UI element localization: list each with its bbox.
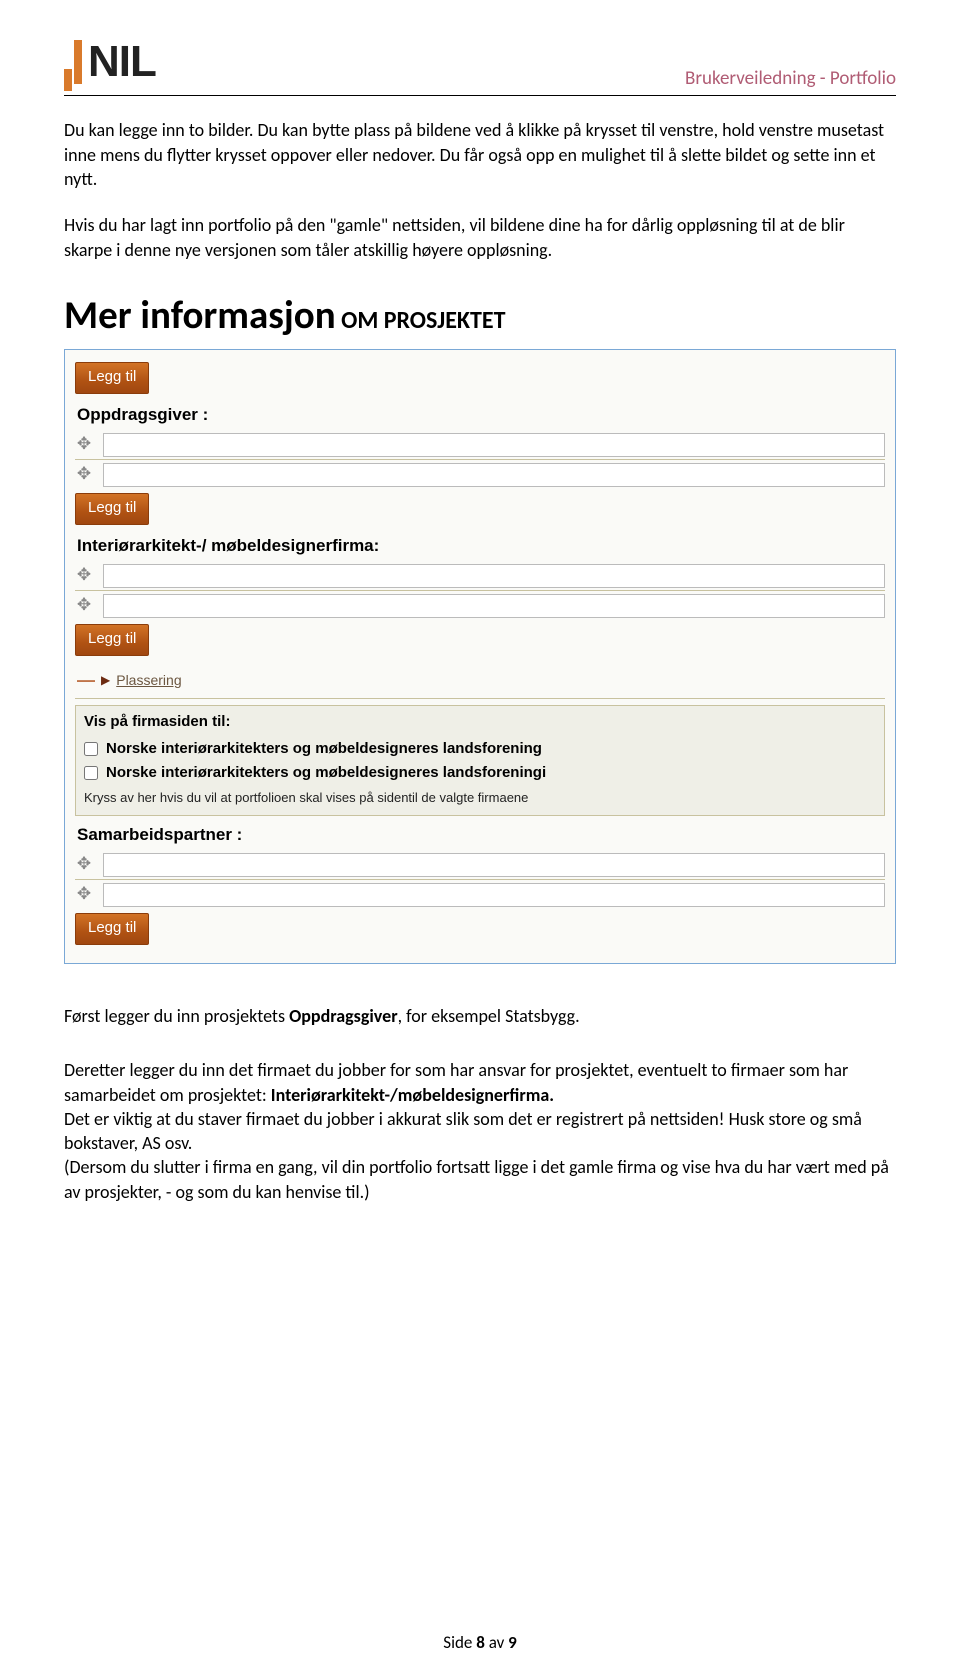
checkbox-row: Norske interiørarkitekters og møbeldesig… xyxy=(84,739,876,759)
partner-input-1[interactable] xyxy=(103,853,885,877)
footer-text: av xyxy=(485,1632,508,1653)
logo-mark-bar-1 xyxy=(64,69,72,91)
text-bold: Interiørarkitekt-/møbeldesignerfirma. xyxy=(271,1084,554,1106)
footer-page-current: 8 xyxy=(476,1632,485,1653)
page-header: NIL Brukerveiledning - Portfolio xyxy=(64,32,896,91)
label-oppdragsgiver: Oppdragsgiver : xyxy=(77,404,885,427)
field-divider xyxy=(75,459,885,460)
plassering-toggle[interactable]: — ▶ Plassering xyxy=(75,660,885,696)
footer-text: Side xyxy=(443,1632,476,1653)
logo-mark-bar-2 xyxy=(74,40,82,84)
add-button[interactable]: Legg til xyxy=(75,624,149,656)
add-button[interactable]: Legg til xyxy=(75,362,149,394)
drag-handle-icon[interactable]: ✥ xyxy=(75,463,93,486)
closing-paragraph-3: Først legger du inn prosjektets Oppdrags… xyxy=(64,1004,896,1028)
oppdragsgiver-input-2[interactable] xyxy=(103,463,885,487)
field-divider xyxy=(75,879,885,880)
closing-paragraph-5: Det er viktig at du staver firmaet du jo… xyxy=(64,1107,896,1156)
checkbox-label: Norske interiørarkitekters og møbeldesig… xyxy=(106,739,542,759)
firma-input-2[interactable] xyxy=(103,594,885,618)
firm-checkbox-1[interactable] xyxy=(84,742,98,756)
add-button[interactable]: Legg til xyxy=(75,493,149,525)
drag-handle-icon[interactable]: ✥ xyxy=(75,594,93,617)
field-row: ✥ xyxy=(75,433,885,457)
drag-handle-icon[interactable]: ✥ xyxy=(75,853,93,876)
minus-icon: — xyxy=(77,668,95,692)
firm-note: Kryss av her hvis du vil at portfolioen … xyxy=(84,789,876,807)
field-row: ✥ xyxy=(75,463,885,487)
firma-input-1[interactable] xyxy=(103,564,885,588)
section-divider xyxy=(75,698,885,699)
label-vis-paa: Vis på firmasiden til: xyxy=(84,712,876,732)
header-subtitle: Brukerveiledning - Portfolio xyxy=(685,66,896,92)
field-row: ✥ xyxy=(75,564,885,588)
checkbox-row: Norske interiørarkitekters og møbeldesig… xyxy=(84,763,876,783)
intro-paragraph-1: Du kan legge inn to bilder. Du kan bytte… xyxy=(64,118,896,191)
add-button[interactable]: Legg til xyxy=(75,913,149,945)
heading-sub: OM PROSJEKTET xyxy=(336,306,506,335)
closing-paragraph-6: (Dersom du slutter i firma en gang, vil … xyxy=(64,1155,896,1204)
intro-paragraph-2: Hvis du har lagt inn portfolio på den "g… xyxy=(64,213,896,262)
drag-handle-icon[interactable]: ✥ xyxy=(75,883,93,906)
page-footer: Side 8 av 9 xyxy=(0,1632,960,1655)
header-divider xyxy=(64,95,896,96)
plassering-link: Plassering xyxy=(116,671,181,690)
logo: NIL xyxy=(64,32,156,91)
field-row: ✥ xyxy=(75,883,885,907)
text-run: , for eksempel Statsbygg. xyxy=(398,1005,580,1027)
text-bold: Oppdragsgiver xyxy=(289,1005,398,1027)
triangle-right-icon: ▶ xyxy=(101,672,110,688)
field-divider xyxy=(75,590,885,591)
text-run: Først legger du inn prosjektets xyxy=(64,1005,289,1027)
heading-main: Mer informasjon xyxy=(64,292,336,339)
section-heading: Mer informasjon OM PROSJEKTET xyxy=(64,290,896,343)
label-samarbeidspartner: Samarbeidspartner : xyxy=(77,824,885,847)
firm-block: Vis på firmasiden til: Norske interiørar… xyxy=(75,705,885,815)
oppdragsgiver-input-1[interactable] xyxy=(103,433,885,457)
form-screenshot: Legg til Oppdragsgiver : ✥ ✥ Legg til In… xyxy=(64,349,896,964)
field-row: ✥ xyxy=(75,853,885,877)
label-firma: Interiørarkitekt-/ møbeldesignerfirma: xyxy=(77,535,885,558)
drag-handle-icon[interactable]: ✥ xyxy=(75,564,93,587)
drag-handle-icon[interactable]: ✥ xyxy=(75,433,93,456)
footer-page-total: 9 xyxy=(508,1632,517,1653)
firm-checkbox-2[interactable] xyxy=(84,766,98,780)
partner-input-2[interactable] xyxy=(103,883,885,907)
logo-text: NIL xyxy=(88,32,156,91)
closing-paragraph-4: Deretter legger du inn det firmaet du jo… xyxy=(64,1058,896,1107)
checkbox-label: Norske interiørarkitekters og møbeldesig… xyxy=(106,763,546,783)
field-row: ✥ xyxy=(75,594,885,618)
